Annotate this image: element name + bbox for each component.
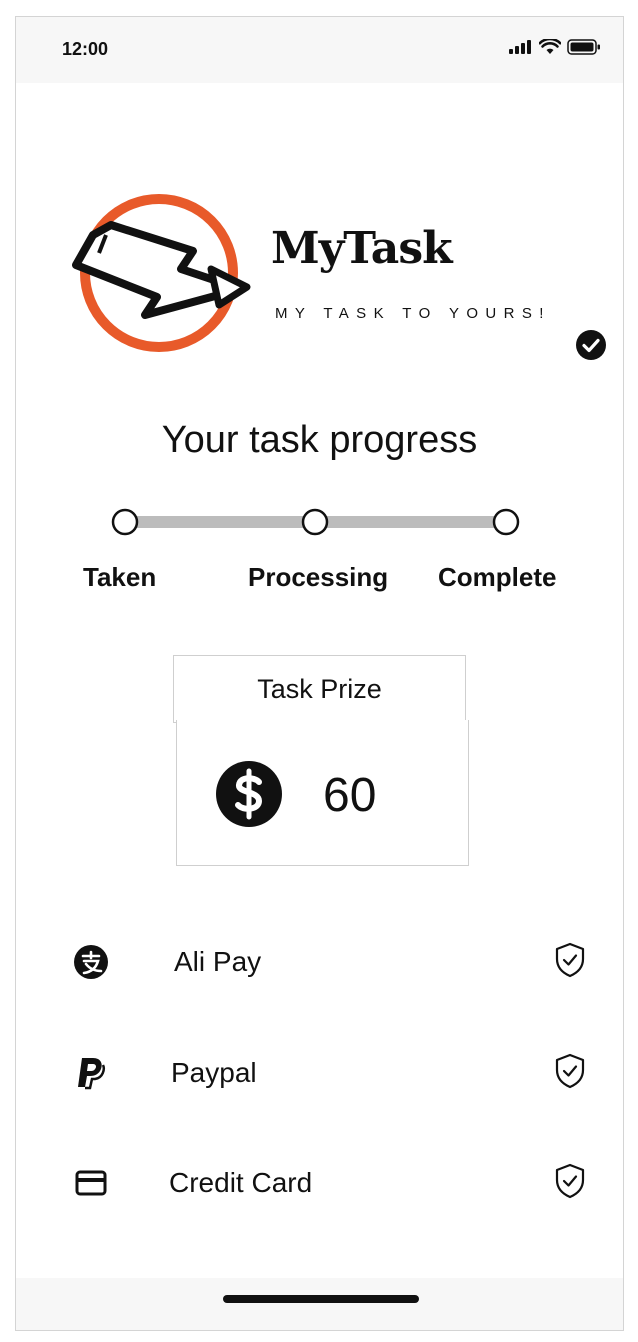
- prize-header: Task Prize: [173, 655, 466, 723]
- signal-icon: [509, 40, 531, 54]
- step-label-processing: Processing: [248, 562, 389, 592]
- step-dot-processing: [301, 508, 329, 536]
- home-bar: [16, 1278, 623, 1330]
- status-time: 12:00: [62, 39, 109, 59]
- battery-icon: [567, 39, 600, 55]
- shield-check-icon: [555, 942, 585, 978]
- wifi-icon: [539, 39, 561, 54]
- dollar-circle-icon: [216, 761, 282, 827]
- payment-label-alipay: Ali Pay: [174, 946, 262, 977]
- alipay-icon: [73, 944, 109, 980]
- home-indicator[interactable]: [223, 1295, 419, 1303]
- brand-tagline: MY TASK TO YOURS!: [275, 305, 551, 322]
- prize-card: 60: [176, 720, 469, 866]
- payment-option-credit-card[interactable]: Credit Card: [16, 1153, 623, 1213]
- step-dot-taken: [111, 508, 139, 536]
- prize-amount: 60: [323, 769, 377, 822]
- phone-frame: 12:00 MyTask MY TASK TO YOURS! Your task…: [15, 16, 624, 1331]
- verified-check-icon: [576, 330, 606, 360]
- brand-name: MyTask: [271, 223, 453, 274]
- paypal-icon: [73, 1055, 109, 1091]
- progress-tracker: [111, 508, 520, 536]
- payment-option-alipay[interactable]: Ali Pay: [16, 932, 623, 992]
- step-label-taken: Taken: [83, 562, 157, 592]
- logo-emblem-icon: [72, 194, 251, 352]
- credit-card-icon: [73, 1165, 109, 1201]
- progress-title: Your task progress: [161, 419, 478, 461]
- step-dot-complete: [492, 508, 520, 536]
- shield-check-icon: [555, 1163, 585, 1199]
- step-label-complete: Complete: [438, 562, 557, 592]
- status-bar: 12:00: [16, 17, 623, 83]
- payment-option-paypal[interactable]: Paypal: [16, 1043, 623, 1103]
- payment-label-paypal: Paypal: [171, 1057, 257, 1088]
- status-icons: [509, 39, 601, 55]
- payment-label-credit-card: Credit Card: [169, 1167, 313, 1198]
- shield-check-icon: [555, 1053, 585, 1089]
